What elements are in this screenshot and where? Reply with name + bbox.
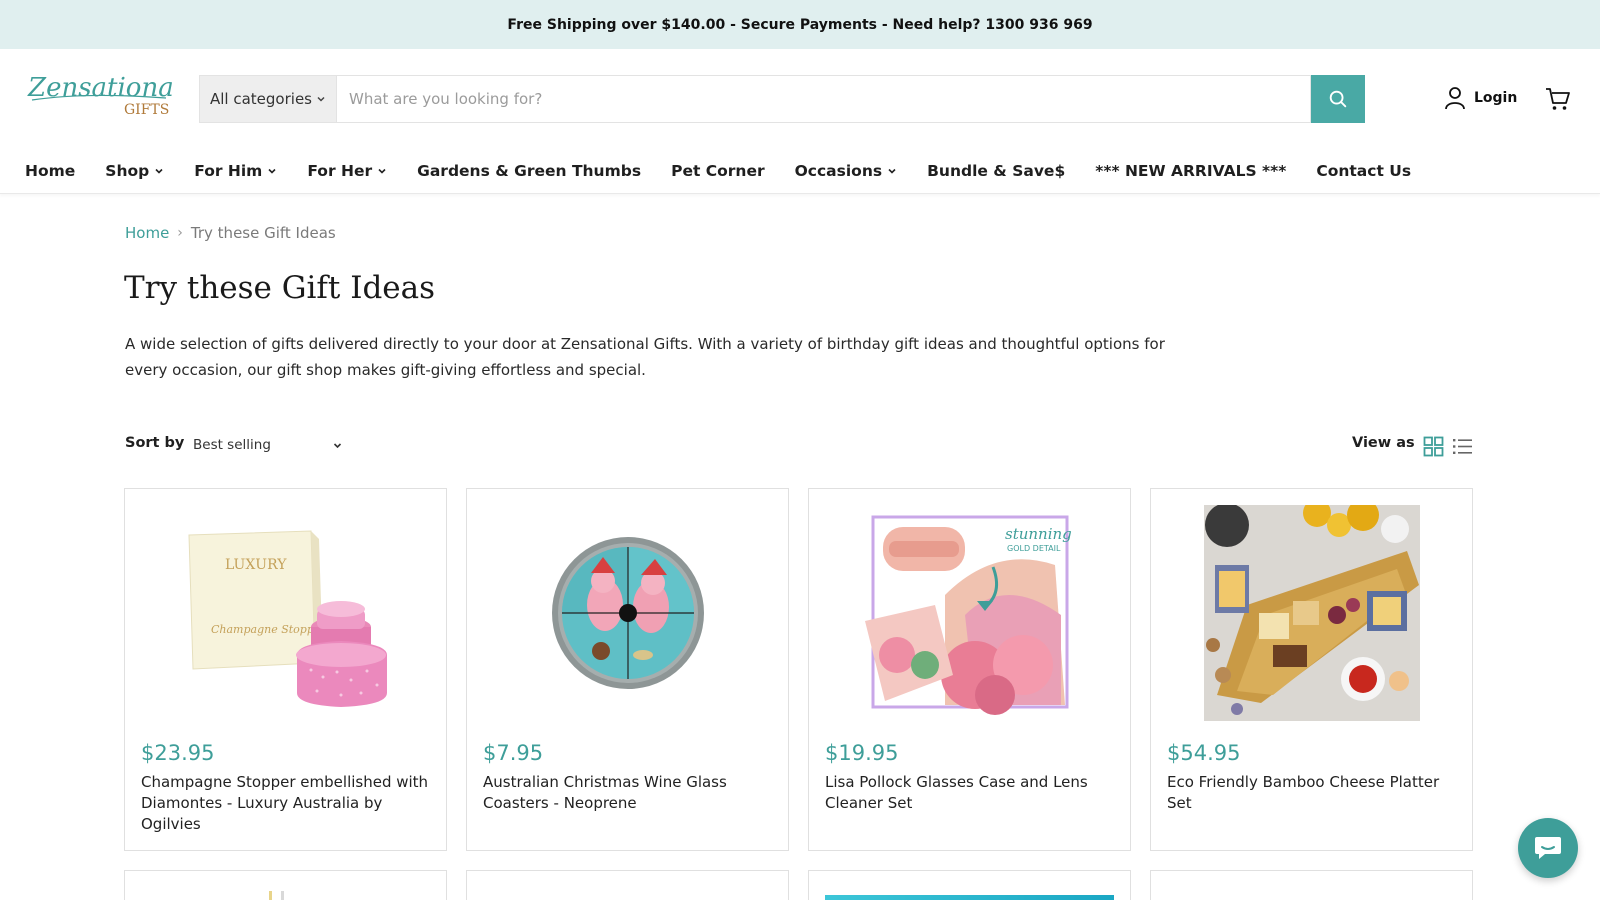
- product-price: $7.95: [483, 741, 544, 765]
- nav-item-contact-us[interactable]: Contact Us: [1316, 162, 1411, 192]
- nav-label: Pet Corner: [671, 161, 765, 180]
- product-card[interactable]: $7.95 Australian Christmas Wine Glass Co…: [466, 488, 789, 851]
- breadcrumb-separator: ›: [177, 225, 183, 241]
- site-logo[interactable]: Zensational GIFTS: [26, 70, 174, 118]
- page-title: Try these Gift Ideas: [124, 270, 436, 306]
- cheese-platter-image[interactable]: [1167, 505, 1456, 721]
- chat-button[interactable]: [1518, 818, 1578, 878]
- product-card[interactable]: [466, 870, 789, 900]
- coaster-image[interactable]: [483, 505, 772, 721]
- product-price: $23.95: [141, 741, 215, 765]
- product-card[interactable]: $54.95 Eco Friendly Bamboo Cheese Platte…: [1150, 488, 1473, 851]
- chevron-down-icon: [333, 443, 342, 449]
- logo-sub: GIFTS: [124, 102, 169, 118]
- announcement-bar: Free Shipping over $140.00 - Secure Paym…: [0, 0, 1600, 49]
- nav-item-shop[interactable]: Shop: [105, 162, 164, 192]
- search-bar: All categories: [199, 75, 1365, 123]
- nav-label: Occasions: [794, 161, 883, 180]
- sort-label: Sort by: [125, 435, 185, 451]
- nav-item-home[interactable]: Home: [25, 162, 75, 192]
- nav-item-gardens[interactable]: Gardens & Green Thumbs: [417, 162, 641, 192]
- nav-item-occasions[interactable]: Occasions: [795, 162, 897, 192]
- chevron-down-icon: [317, 96, 325, 102]
- announcement-text: Free Shipping over $140.00 - Secure Paym…: [507, 16, 1093, 33]
- chevron-down-icon: [268, 168, 276, 174]
- category-select-label: All categories: [210, 90, 312, 108]
- box-label: LUXURY: [225, 557, 287, 573]
- breadcrumb-current: Try these Gift Ideas: [190, 224, 336, 242]
- user-icon: [1445, 87, 1465, 110]
- category-select[interactable]: All categories: [199, 75, 336, 123]
- product-price: $19.95: [825, 741, 899, 765]
- product-card[interactable]: stunning GOLD DETAIL $19.95 Lisa Pollock…: [808, 488, 1131, 851]
- cart-icon: [1546, 88, 1570, 110]
- nav-label: For Her: [307, 161, 373, 180]
- view-as-label: View as: [1352, 435, 1415, 451]
- nav-label: For Him: [194, 161, 263, 180]
- nav-label: *** NEW ARRIVALS ***: [1095, 161, 1287, 180]
- sort-select-value: Best selling: [193, 437, 271, 453]
- collection-toolbar: Sort by Best selling View as: [125, 432, 1475, 458]
- product-card[interactable]: [124, 870, 447, 900]
- nav-label: Bundle & Save$: [927, 161, 1066, 180]
- grid-view-icon[interactable]: [1423, 436, 1444, 457]
- nav-label: Home: [25, 161, 76, 180]
- chevron-down-icon: [378, 168, 386, 174]
- logo-text: Zensational: [27, 73, 174, 103]
- product-card[interactable]: [808, 870, 1131, 900]
- nav-item-for-him[interactable]: For Him: [194, 162, 277, 192]
- product-image-partial: [825, 895, 1114, 900]
- product-title[interactable]: Eco Friendly Bamboo Cheese Platter Set: [1167, 772, 1458, 814]
- main-nav: Home Shop For Him For Her Gardens & Gree…: [0, 148, 1600, 194]
- breadcrumb: Home › Try these Gift Ideas: [125, 224, 336, 242]
- search-button[interactable]: [1311, 75, 1365, 123]
- glasses-case-image[interactable]: stunning GOLD DETAIL: [825, 505, 1114, 721]
- search-input[interactable]: [336, 75, 1311, 123]
- nav-item-for-her[interactable]: For Her: [307, 162, 387, 192]
- product-card[interactable]: [1150, 870, 1473, 900]
- collection-description: A wide selection of gifts delivered dire…: [125, 335, 1165, 379]
- list-view-icon[interactable]: [1452, 436, 1473, 457]
- nav-label: Contact Us: [1316, 161, 1412, 180]
- product-title[interactable]: Champagne Stopper embellished with Diamo…: [141, 772, 432, 835]
- chevron-down-icon: [155, 168, 163, 174]
- nav-item-pet-corner[interactable]: Pet Corner: [671, 162, 765, 192]
- champagne-stopper-image[interactable]: LUXURY Champagne Stopper: [141, 505, 430, 721]
- sort-select[interactable]: Best selling: [193, 432, 343, 458]
- nav-item-bundle-save[interactable]: Bundle & Save$: [927, 162, 1065, 192]
- login-link[interactable]: Login: [1444, 86, 1517, 110]
- product-card[interactable]: LUXURY Champagne Stopper $23.95 Champagn…: [124, 488, 447, 851]
- product-title[interactable]: Australian Christmas Wine Glass Coasters…: [483, 772, 774, 814]
- nav-label: Shop: [105, 161, 150, 180]
- breadcrumb-home-link[interactable]: Home: [125, 224, 169, 242]
- product-title[interactable]: Lisa Pollock Glasses Case and Lens Clean…: [825, 772, 1116, 814]
- badge-line-1: stunning: [1005, 525, 1072, 543]
- product-image-partial: [269, 891, 284, 900]
- badge-line-2: GOLD DETAIL: [1007, 544, 1061, 553]
- product-price: $54.95: [1167, 741, 1241, 765]
- box-script: Champagne Stopper: [211, 623, 326, 636]
- nav-item-new-arrivals[interactable]: *** NEW ARRIVALS ***: [1095, 162, 1286, 192]
- chat-icon: [1535, 837, 1561, 859]
- search-icon: [1329, 90, 1347, 108]
- login-label: Login: [1474, 90, 1518, 106]
- chevron-down-icon: [888, 168, 896, 174]
- nav-label: Gardens & Green Thumbs: [417, 161, 642, 180]
- cart-button[interactable]: [1544, 85, 1572, 113]
